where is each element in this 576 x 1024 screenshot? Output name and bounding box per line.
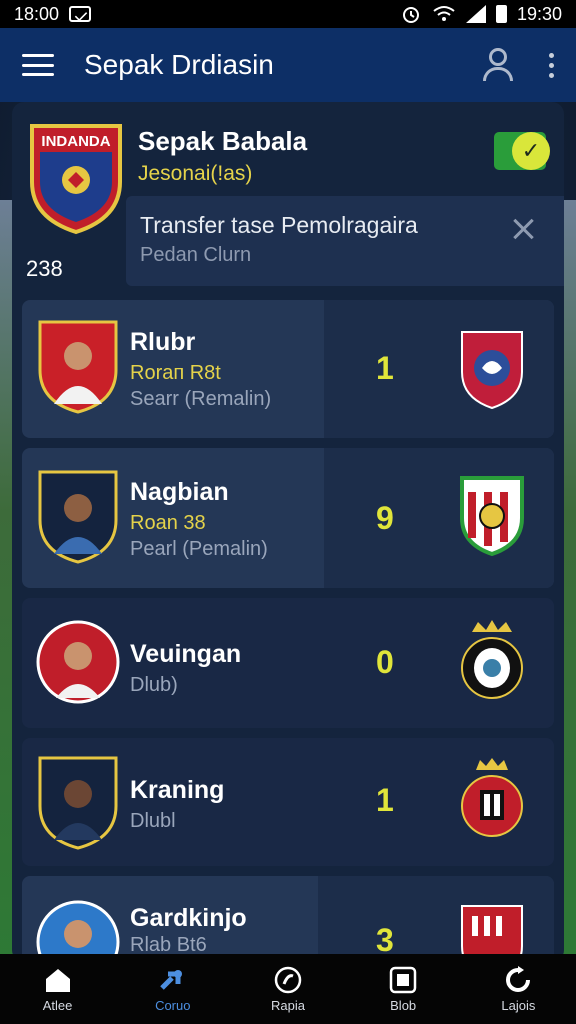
- nav-label: Lajois: [501, 997, 536, 1013]
- menu-icon[interactable]: [22, 54, 54, 76]
- player-avatar-icon: [38, 320, 118, 414]
- crest-text: INDANDA: [41, 133, 110, 150]
- player-avatar-icon: [36, 620, 120, 704]
- notice-subtitle: Pedan Clurn: [140, 244, 252, 266]
- player-row[interactable]: Veuingan Dlub) 0: [22, 598, 554, 728]
- club-crest-icon: [460, 476, 524, 556]
- transfer-notice[interactable]: Transfer tase Pemolragaira Pedan Clurn: [126, 196, 564, 286]
- player-row[interactable]: Kraning Dlubl 1: [22, 738, 554, 866]
- player-score: 1: [376, 782, 394, 818]
- club-crest-icon: [461, 331, 523, 410]
- player-name: Gardkinjo: [130, 904, 247, 932]
- more-options-icon[interactable]: [549, 52, 554, 78]
- puzzle-icon: [160, 969, 182, 990]
- league-name: Sepak Babala: [138, 126, 308, 156]
- app-bar: Sepak Drdiasin: [0, 28, 576, 102]
- battery-icon: [495, 5, 507, 23]
- nav-label: Atlee: [42, 997, 73, 1013]
- player-position: Pearl (Pemalin): [130, 538, 268, 560]
- refresh-icon: [506, 965, 531, 992]
- status-left: 18:00: [14, 3, 92, 25]
- player-name: Veuingan: [130, 640, 242, 668]
- status-right: 19:30: [400, 3, 562, 25]
- player-row[interactable]: Rlubr Roraп R8t Searr (Remalin) 1: [22, 300, 554, 438]
- nav-label: Blob: [390, 997, 417, 1013]
- player-row[interactable]: Nagbian Roan 38 Pearl (Pemalin) 9: [22, 448, 554, 588]
- league-crest-icon: INDANDA: [30, 124, 122, 235]
- nav-item-blob[interactable]: Blob: [353, 966, 453, 1013]
- bottom-navigation: Atlee Coruo Rapia Blob Lajois: [0, 954, 576, 1024]
- player-score: 9: [376, 500, 394, 536]
- club-crest-icon: [461, 620, 523, 699]
- close-icon[interactable]: [510, 216, 536, 242]
- home-icon: [45, 968, 70, 992]
- status-time-right: 19:30: [516, 3, 562, 24]
- alarm-icon: [402, 7, 419, 23]
- nav-label: Coruo: [155, 997, 191, 1013]
- signal-icon: [465, 5, 486, 23]
- player-name: Rlubr: [130, 328, 196, 356]
- player-avatar-icon: [38, 470, 118, 564]
- player-score: 0: [376, 644, 394, 680]
- profile-icon[interactable]: [481, 48, 515, 82]
- message-icon: [69, 6, 92, 22]
- player-row[interactable]: Gardkinjo Rlab Bt6 3: [22, 876, 554, 962]
- league-subtitle: Jesonai(!as): [138, 162, 253, 185]
- nav-label: Rapia: [270, 997, 305, 1013]
- player-position: Searr (Remalin): [130, 388, 272, 410]
- club-crest-icon: [461, 758, 523, 837]
- player-name: Nagbian: [130, 478, 229, 506]
- nav-item-lajois[interactable]: Lajois: [468, 965, 568, 1013]
- player-avatar-icon: [36, 900, 120, 962]
- status-time-left: 18:00: [14, 3, 60, 24]
- player-score: 1: [376, 350, 394, 386]
- check-icon: ✓: [512, 132, 550, 170]
- app-title: Sepak Drdiasin: [84, 49, 274, 80]
- ball-icon: [274, 966, 302, 993]
- club-crest-icon: [461, 905, 523, 962]
- main-panel: INDANDA 238 Sepak Babala Jesonai(!as) ✓ …: [12, 102, 564, 962]
- square-icon: [389, 966, 417, 993]
- status-bar: 18:00 19:30: [0, 0, 576, 28]
- wifi-icon: [433, 6, 455, 21]
- player-position: Dlubl: [130, 810, 176, 832]
- player-position: Dlub): [130, 674, 178, 696]
- notice-title: Transfer tase Pemolragaira: [140, 212, 418, 238]
- player-detail: Roraп R8t: [130, 362, 221, 384]
- nav-item-rapia[interactable]: Rapia: [238, 966, 338, 1013]
- nav-item-coruo[interactable]: Coruo: [123, 966, 223, 1013]
- player-detail: Roan 38: [130, 512, 206, 534]
- player-name: Kraning: [130, 776, 225, 804]
- league-crest-number: 238: [26, 256, 63, 281]
- stadium-background-right: [562, 200, 576, 980]
- toggle-button[interactable]: ✓: [494, 132, 550, 170]
- player-avatar-icon: [38, 756, 118, 850]
- league-header: INDANDA 238 Sepak Babala Jesonai(!as) ✓ …: [12, 102, 564, 286]
- nav-item-home[interactable]: Atlee: [8, 966, 108, 1013]
